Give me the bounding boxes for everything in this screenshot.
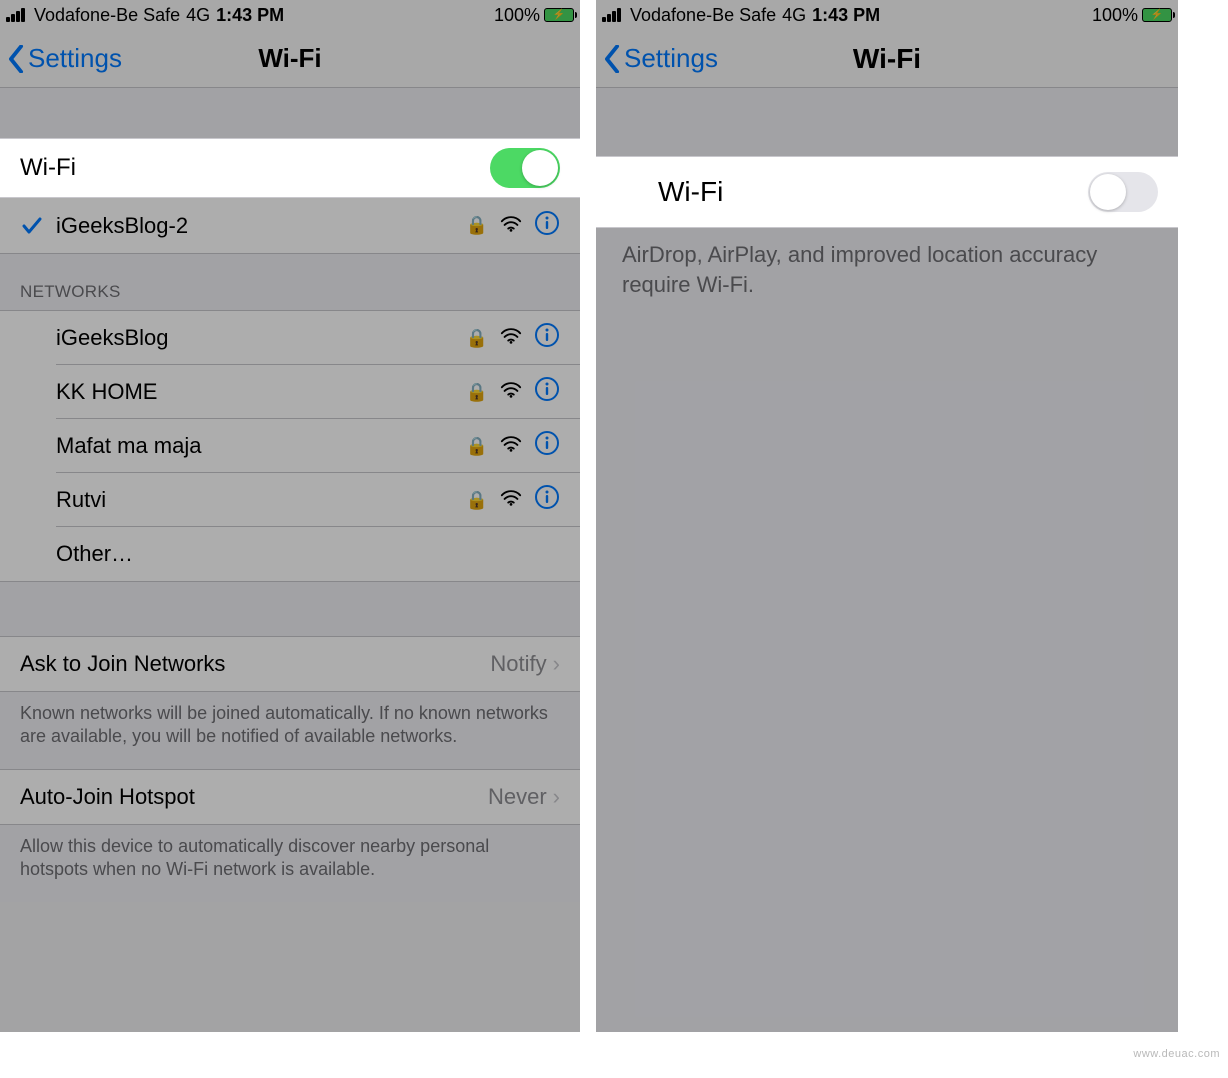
checkmark-icon	[20, 214, 44, 238]
empty-area	[596, 311, 1178, 1032]
wifi-toggle-label: Wi-Fi	[20, 154, 76, 182]
back-button[interactable]: Settings	[8, 43, 122, 74]
info-icon[interactable]	[534, 430, 560, 462]
info-icon[interactable]	[534, 322, 560, 354]
networks-header: NETWORKS	[0, 254, 580, 310]
spacer	[0, 88, 580, 138]
wifi-toggle-label: Wi-Fi	[658, 176, 723, 208]
status-time: 1:43 PM	[216, 5, 284, 26]
status-bar: Vodafone-Be Safe 4G 1:43 PM 100% ⚡	[596, 0, 1178, 30]
signal-icon	[6, 8, 28, 22]
lock-icon: 🔒	[466, 382, 488, 403]
ask-join-label: Ask to Join Networks	[20, 651, 225, 677]
network-row[interactable]: Rutvi 🔒	[0, 473, 580, 527]
battery-percent: 100%	[494, 5, 540, 26]
network-row[interactable]: iGeeksBlog 🔒	[0, 311, 580, 365]
chevron-left-icon	[8, 45, 24, 73]
connection-type: 4G	[186, 5, 210, 26]
status-time: 1:43 PM	[812, 5, 880, 26]
wifi-signal-icon	[500, 379, 522, 405]
screenshot-right: Vodafone-Be Safe 4G 1:43 PM 100% ⚡ Setti…	[596, 0, 1178, 1032]
wifi-toggle-row[interactable]: Wi-Fi	[596, 156, 1178, 228]
nav-bar: Settings Wi-Fi	[0, 30, 580, 88]
info-icon[interactable]	[534, 210, 560, 242]
wifi-off-info: AirDrop, AirPlay, and improved location …	[596, 228, 1178, 311]
info-icon[interactable]	[534, 376, 560, 408]
back-label: Settings	[28, 43, 122, 74]
battery-icon: ⚡	[544, 8, 574, 22]
lock-icon: 🔒	[466, 215, 488, 236]
other-label: Other…	[56, 541, 133, 567]
back-label: Settings	[624, 43, 718, 74]
network-name: Mafat ma maja	[56, 433, 202, 459]
chevron-left-icon	[604, 45, 620, 73]
network-name: KK HOME	[56, 379, 157, 405]
network-list: iGeeksBlog 🔒 KK HOME 🔒 Mafat ma maja 🔒	[0, 310, 580, 582]
ask-join-row[interactable]: Ask to Join Networks Notify ›	[0, 636, 580, 692]
chevron-right-icon: ›	[553, 784, 560, 810]
signal-icon	[602, 8, 624, 22]
connected-network-name: iGeeksBlog-2	[56, 213, 188, 239]
auto-hotspot-label: Auto-Join Hotspot	[20, 784, 195, 810]
network-row[interactable]: KK HOME 🔒	[0, 365, 580, 419]
ask-join-footer: Known networks will be joined automatica…	[0, 692, 580, 769]
wifi-toggle-row[interactable]: Wi-Fi	[0, 138, 580, 198]
carrier-label: Vodafone-Be Safe	[630, 5, 776, 26]
battery-percent: 100%	[1092, 5, 1138, 26]
other-network-row[interactable]: Other…	[0, 527, 580, 581]
network-name: Rutvi	[56, 487, 106, 513]
nav-bar: Settings Wi-Fi	[596, 30, 1178, 88]
lock-icon: 🔒	[466, 328, 488, 349]
screenshot-left: Vodafone-Be Safe 4G 1:43 PM 100% ⚡ Setti…	[0, 0, 580, 1032]
connected-network-row[interactable]: iGeeksBlog-2 🔒	[0, 198, 580, 254]
chevron-right-icon: ›	[553, 651, 560, 677]
wifi-signal-icon	[500, 213, 522, 239]
network-row[interactable]: Mafat ma maja 🔒	[0, 419, 580, 473]
wifi-signal-icon	[500, 487, 522, 513]
auto-hotspot-row[interactable]: Auto-Join Hotspot Never ›	[0, 769, 580, 825]
auto-hotspot-footer: Allow this device to automatically disco…	[0, 825, 580, 902]
lock-icon: 🔒	[466, 436, 488, 457]
wifi-toggle-switch[interactable]	[1088, 172, 1158, 212]
battery-icon: ⚡	[1142, 8, 1172, 22]
spacer	[596, 88, 1178, 156]
carrier-label: Vodafone-Be Safe	[34, 5, 180, 26]
status-bar: Vodafone-Be Safe 4G 1:43 PM 100% ⚡	[0, 0, 580, 30]
spacer	[0, 582, 580, 636]
auto-hotspot-value: Never	[488, 784, 547, 810]
wifi-signal-icon	[500, 325, 522, 351]
ask-join-value: Notify	[490, 651, 546, 677]
back-button[interactable]: Settings	[604, 43, 718, 74]
lock-icon: 🔒	[466, 490, 488, 511]
network-name: iGeeksBlog	[56, 325, 169, 351]
connection-type: 4G	[782, 5, 806, 26]
wifi-signal-icon	[500, 433, 522, 459]
wifi-toggle-switch[interactable]	[490, 148, 560, 188]
watermark: www.deuac.com	[1133, 1048, 1220, 1060]
info-icon[interactable]	[534, 484, 560, 516]
